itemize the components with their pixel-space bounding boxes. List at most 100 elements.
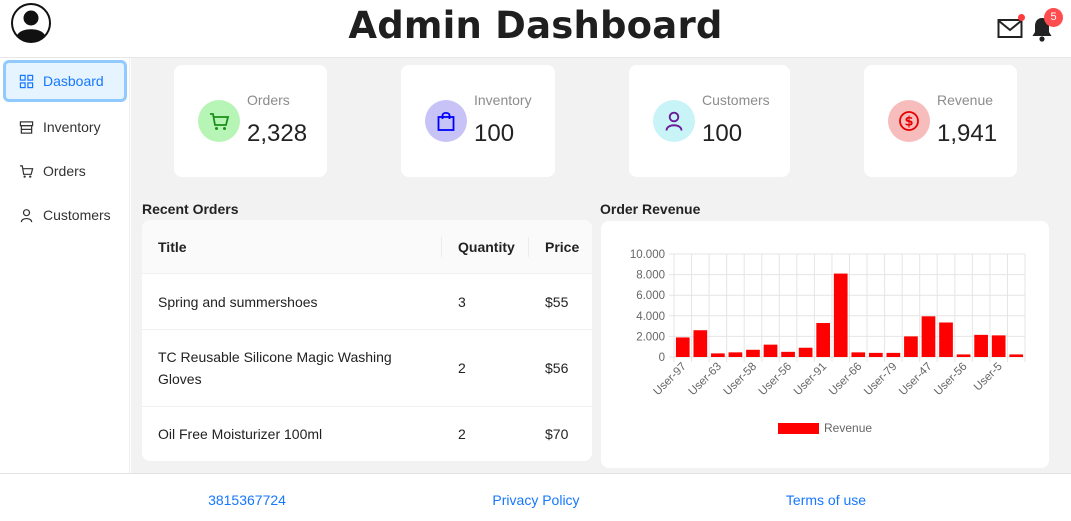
- y-tick-label: 2.000: [636, 331, 665, 343]
- x-tick-label: User-5: [972, 361, 1005, 394]
- x-tick-label: User-66: [827, 361, 864, 398]
- card-value: 100: [702, 120, 743, 147]
- revenue-bar: [798, 347, 813, 357]
- card-label: Inventory: [474, 92, 532, 108]
- orders-card-icon: [198, 100, 240, 142]
- sidebar-item-orders[interactable]: Orders: [3, 150, 127, 192]
- x-tick-label: User-79: [862, 361, 899, 398]
- card-value: 1,941: [937, 120, 998, 147]
- revenue-bar: [851, 352, 866, 357]
- order-quantity: 2: [458, 426, 466, 442]
- y-tick-label: 6.000: [636, 290, 665, 302]
- sidebar-item-customers[interactable]: Customers: [3, 194, 127, 236]
- legend-label: Revenue: [824, 421, 872, 435]
- header: Admin Dashboard 5: [0, 0, 1071, 58]
- order-quantity: 3: [458, 294, 466, 310]
- order-price: $56: [545, 360, 569, 376]
- column-separator: [528, 237, 529, 257]
- order-revenue-title: Order Revenue: [600, 201, 701, 217]
- x-tick-label: User-63: [687, 361, 724, 398]
- revenue-card-icon: $: [888, 100, 930, 142]
- sidebar-item-label: Inventory: [43, 119, 101, 135]
- user-icon: [665, 111, 683, 131]
- dashboard-icon: [19, 74, 34, 88]
- y-tick-label: 10.000: [630, 249, 665, 261]
- footer-phone-link[interactable]: 3815367724: [147, 492, 347, 508]
- revenue-bar: [939, 322, 953, 357]
- column-header-price: Price: [545, 239, 580, 255]
- user-icon: [20, 208, 33, 222]
- x-tick-label: User-58: [722, 361, 759, 398]
- mail-icon[interactable]: [997, 18, 1023, 40]
- revenue-bar: [711, 353, 725, 357]
- table-row[interactable]: TC Reusable Silicone Magic Washing Glove…: [142, 330, 592, 407]
- sidebar-item-label: Dasboard: [43, 73, 104, 89]
- sidebar: Dasboard Inventory Orders Customers: [0, 58, 130, 473]
- card-label: Revenue: [937, 92, 994, 108]
- table-row[interactable]: Spring and summershoes 3 $55: [142, 275, 592, 330]
- revenue-bar: [974, 334, 988, 357]
- revenue-bar: [868, 352, 883, 357]
- footer-privacy-link[interactable]: Privacy Policy: [436, 492, 636, 508]
- x-tick-label: User-97: [651, 361, 688, 398]
- main-content: Orders 2,328 Inventory 100 Customers 100…: [131, 58, 1071, 473]
- card-label: Orders: [247, 92, 290, 108]
- footer: 3815367724 Privacy Policy Terms of use: [0, 473, 1071, 521]
- legend-swatch: [778, 423, 819, 434]
- mail-unread-dot: [1018, 14, 1025, 21]
- sidebar-item-inventory[interactable]: Inventory: [3, 106, 127, 148]
- order-quantity: 2: [458, 360, 466, 376]
- revenue-bar: [904, 336, 918, 357]
- revenue-bar: [1009, 354, 1024, 357]
- revenue-bar: [956, 354, 971, 357]
- revenue-bar: [833, 273, 848, 357]
- shop-icon: [19, 120, 34, 134]
- order-price: $55: [545, 294, 569, 310]
- x-tick-label: User-56: [932, 361, 969, 398]
- inventory-card-icon: [425, 100, 467, 142]
- page-title: Admin Dashboard: [348, 4, 723, 47]
- order-revenue-chart-card: 0 2.000 4.000 6.000 8.000 10.000 User-97 User-6…: [601, 221, 1049, 468]
- y-tick-label: 0: [659, 352, 665, 364]
- customers-card: Customers 100: [629, 65, 790, 177]
- revenue-bar: [921, 316, 936, 357]
- x-tick-label: User-56: [757, 361, 794, 398]
- order-title: TC Reusable Silicone Magic Washing Glove…: [158, 349, 392, 387]
- revenue-bar: [763, 344, 778, 357]
- y-tick-label: 4.000: [636, 311, 665, 323]
- cart-icon: [210, 113, 230, 130]
- customers-card-icon: [653, 100, 695, 142]
- dollar-circle-icon: $: [899, 111, 919, 131]
- table-row[interactable]: Oil Free Moisturizer 100ml 2 $70: [142, 407, 592, 461]
- order-title: Oil Free Moisturizer 100ml: [158, 426, 323, 442]
- cart-icon: [19, 164, 34, 178]
- revenue-card: $ Revenue 1,941: [864, 65, 1017, 177]
- revenue-bar: [675, 337, 690, 357]
- column-header-quantity: Quantity: [458, 239, 515, 255]
- column-separator: [441, 237, 442, 257]
- card-value: 100: [474, 120, 515, 147]
- revenue-bar: [693, 330, 708, 357]
- y-tick-label: 8.000: [636, 270, 665, 282]
- card-value: 2,328: [247, 120, 308, 147]
- recent-orders-title: Recent Orders: [142, 201, 239, 217]
- order-price: $70: [545, 426, 569, 442]
- orders-card: Orders 2,328: [174, 65, 327, 177]
- recent-orders-table: Title Quantity Price Spring and summersh…: [142, 220, 592, 461]
- sidebar-item-dashboard[interactable]: Dasboard: [3, 60, 127, 102]
- svg-text:$: $: [904, 115, 913, 130]
- revenue-bar: [728, 352, 743, 357]
- card-label: Customers: [702, 92, 770, 108]
- revenue-bar: [991, 335, 1006, 357]
- table-header: Title Quantity Price: [142, 220, 592, 274]
- order-title: Spring and summershoes: [158, 294, 318, 310]
- revenue-bar: [886, 352, 901, 357]
- x-tick-label: User-47: [897, 361, 934, 398]
- x-tick-label: User-91: [792, 361, 829, 398]
- inventory-card: Inventory 100: [401, 65, 555, 177]
- shopping-bag-icon: [437, 111, 455, 131]
- column-header-title: Title: [158, 239, 187, 255]
- sidebar-item-label: Customers: [43, 207, 111, 223]
- revenue-bar-chart: 02.0004.0006.0008.00010.000User-97User-6…: [630, 249, 1026, 435]
- footer-terms-link[interactable]: Terms of use: [726, 492, 926, 508]
